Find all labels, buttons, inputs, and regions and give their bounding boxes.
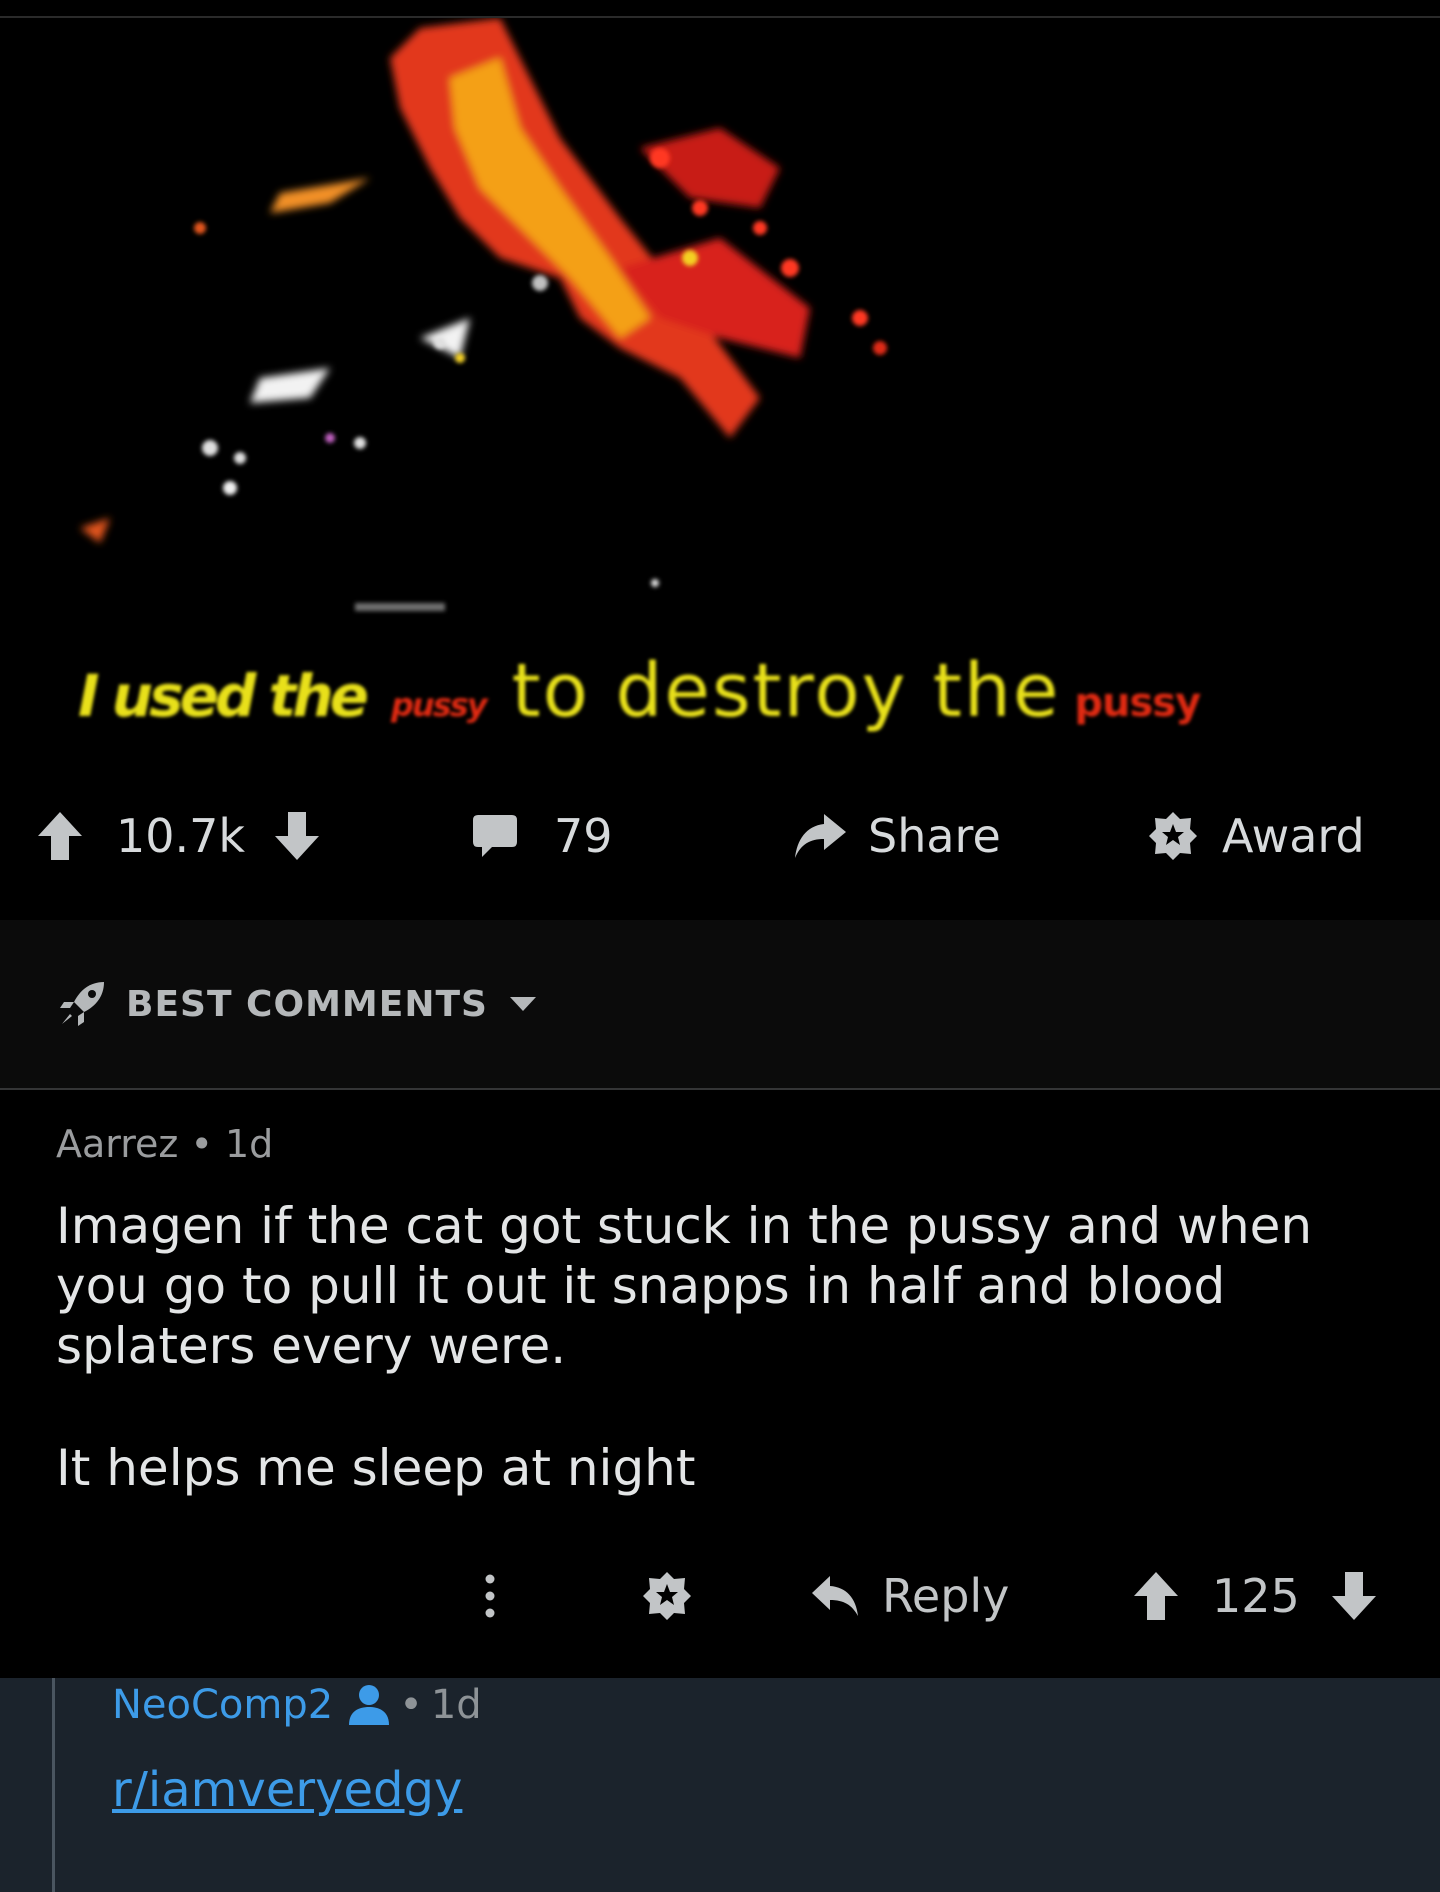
comments-button[interactable]: 79 — [470, 806, 613, 866]
comments-count: 79 — [554, 809, 613, 863]
comment-meta: Aarrez • 1d — [56, 1122, 273, 1166]
chevron-down-icon — [508, 995, 538, 1013]
comment-sort-bar: BEST COMMENTS — [0, 920, 1440, 1088]
user-icon — [347, 1683, 391, 1727]
reply-button[interactable]: Reply — [810, 1562, 1009, 1630]
caption-part-4: pussy — [1074, 680, 1201, 726]
rocket-icon — [56, 978, 108, 1030]
sort-label: BEST COMMENTS — [126, 983, 488, 1025]
downvote-icon[interactable] — [1330, 1570, 1378, 1622]
comment-paragraph: It helps me sleep at night — [56, 1439, 696, 1497]
reply-time: 1d — [430, 1682, 482, 1728]
downvote-icon[interactable] — [273, 810, 321, 862]
reply-meta: NeoComp2 • 1d — [112, 1682, 482, 1728]
award-button[interactable]: Award — [1146, 806, 1365, 866]
comment-icon — [470, 811, 520, 861]
comment-award-button[interactable] — [640, 1562, 694, 1630]
upvote-icon[interactable] — [36, 810, 84, 862]
sort-divider — [0, 1088, 1440, 1090]
share-icon — [792, 811, 848, 861]
meta-separator: • — [190, 1122, 213, 1166]
comment-vote-count: 125 — [1212, 1569, 1300, 1623]
sort-dropdown[interactable]: BEST COMMENTS — [56, 978, 538, 1030]
post-detail-page: I used the pussy to destroy the pussy 10.7k… — [0, 0, 1440, 1892]
post-action-bar: 10.7k 79 Share Award — [0, 770, 1440, 904]
caption-part-3: to destroy the — [511, 648, 1061, 734]
share-label: Share — [868, 809, 1001, 863]
comment-paragraph: Imagen if the cat got stuck in the pussy… — [56, 1197, 1313, 1375]
comment-body: Imagen if the cat got stuck in the pussy… — [56, 1196, 1396, 1498]
caption-part-1: I used the — [78, 662, 369, 730]
reply-label: Reply — [882, 1569, 1010, 1623]
award-icon — [640, 1569, 694, 1623]
meta-separator: • — [399, 1682, 423, 1728]
reply-icon — [810, 1573, 860, 1619]
award-icon — [1146, 809, 1200, 863]
caption-part-2: pussy — [391, 686, 488, 724]
comment-vote-group: 125 — [1132, 1562, 1378, 1630]
more-options-icon — [484, 1573, 496, 1619]
post-image[interactable]: I used the pussy to destroy the pussy — [0, 18, 1440, 738]
image-caption: I used the pussy to destroy the pussy — [78, 648, 1201, 734]
comment-time: 1d — [224, 1122, 274, 1166]
award-label: Award — [1222, 809, 1365, 863]
reply-comment: NeoComp2 • 1d r/iamveryedgy — [0, 1678, 1440, 1892]
more-options-button[interactable] — [484, 1562, 496, 1630]
subreddit-link[interactable]: r/iamveryedgy — [112, 1762, 462, 1818]
post-image-art — [80, 18, 887, 611]
comment-action-bar: Reply 125 — [0, 1562, 1440, 1630]
share-button[interactable]: Share — [792, 806, 1001, 866]
comment-author[interactable]: Aarrez — [56, 1122, 178, 1166]
post-vote-group: 10.7k — [36, 806, 321, 866]
reply-author[interactable]: NeoComp2 — [112, 1682, 333, 1728]
upvote-icon[interactable] — [1132, 1570, 1180, 1622]
thread-line[interactable] — [52, 1678, 55, 1892]
post-vote-count: 10.7k — [116, 809, 246, 863]
